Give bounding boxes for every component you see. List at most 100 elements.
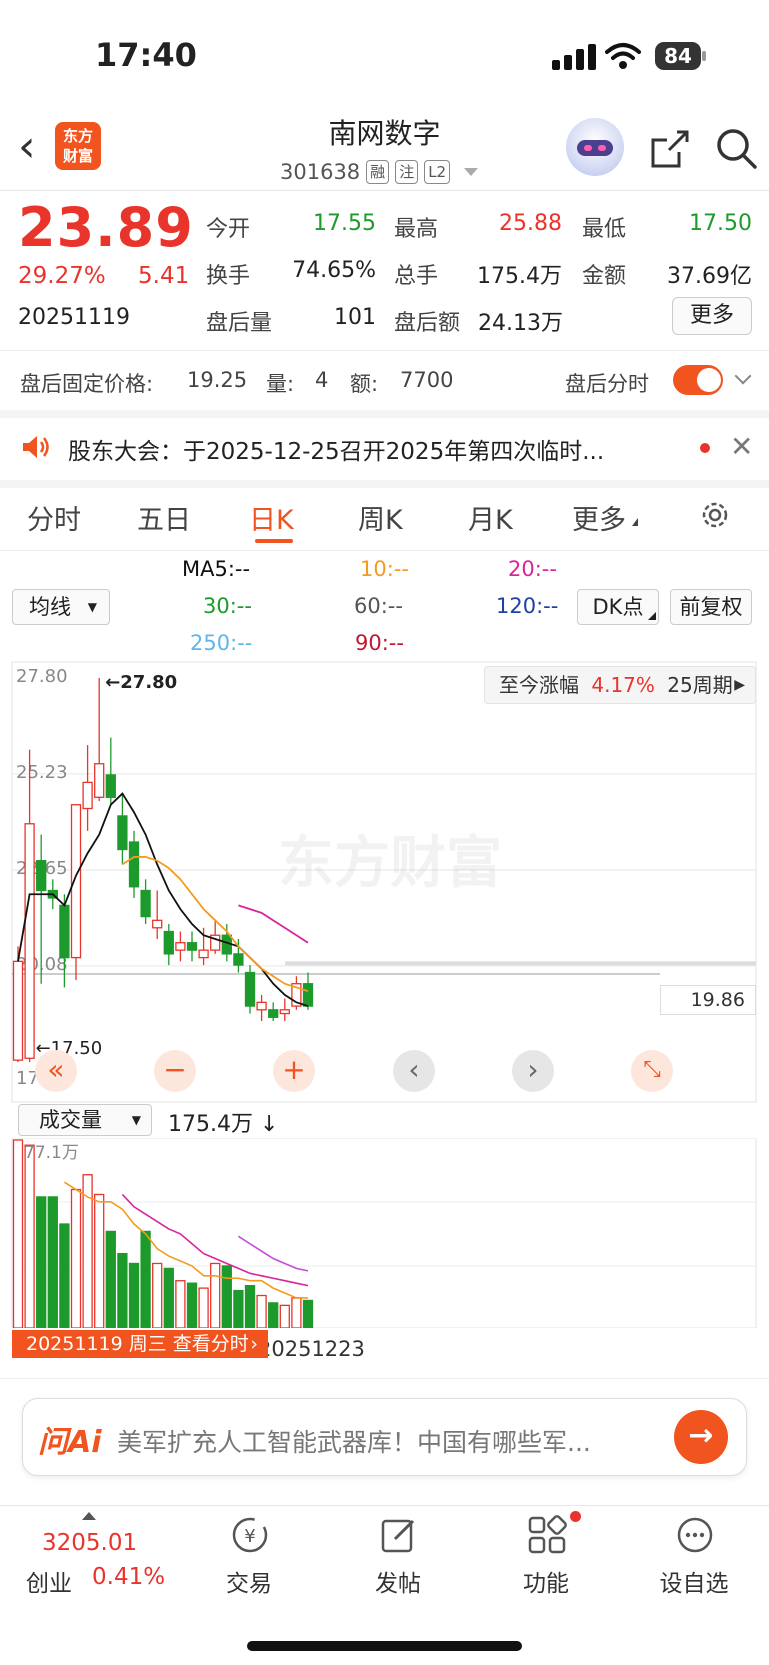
change-amount: 5.41 <box>138 263 190 289</box>
ma10-label: 10:-- <box>360 557 409 581</box>
close-icon[interactable]: ✕ <box>730 430 753 463</box>
caret-down-icon[interactable] <box>464 168 479 176</box>
volume-chart[interactable]: 77.1万 <box>0 1138 769 1328</box>
tab-daily-k[interactable]: 日K <box>249 498 294 537</box>
tab-five-day[interactable]: 五日 <box>137 498 191 537</box>
tab-more[interactable]: 更多 <box>572 498 626 537</box>
after-hours-volume-label: 盘后量 <box>206 311 273 336</box>
prev-close-band <box>285 961 756 966</box>
ma5-label: MA5:-- <box>182 557 251 581</box>
range-change-label: 至今涨幅 <box>499 673 579 697</box>
nav-post[interactable]: 发帖 <box>348 1564 448 1598</box>
functions-icon[interactable] <box>527 1515 567 1555</box>
ai-question-text[interactable]: 美军扩充人工智能武器库！中国有哪些军... <box>117 1423 591 1459</box>
nav-add-watchlist[interactable]: 设自选 <box>644 1564 744 1598</box>
high-marker: ←27.80 <box>105 672 177 693</box>
header-divider <box>0 190 769 191</box>
search-icon[interactable] <box>715 127 759 171</box>
stock-code: 301638 <box>280 160 361 184</box>
chart-bottom-divider <box>0 1378 769 1379</box>
forward-adjust-button[interactable]: 前复权 <box>670 589 752 625</box>
tab-intraday[interactable]: 分时 <box>27 498 81 537</box>
volume-bar <box>268 1302 279 1328</box>
section-gap <box>0 410 769 418</box>
candle-body <box>70 804 82 959</box>
arrow-right-icon[interactable]: → <box>674 1410 728 1464</box>
turnover-value: 74.65% <box>292 258 376 283</box>
volume-bar <box>291 1297 302 1328</box>
candle-body <box>302 983 314 1007</box>
volume-bar <box>47 1196 58 1328</box>
range-period: 25周期 <box>667 673 733 697</box>
date-tooltip[interactable]: 20251119 周三 查看分时 › <box>12 1330 268 1358</box>
quote-divider <box>0 350 769 351</box>
more-button[interactable]: 更多 <box>672 297 752 335</box>
margin-tag: 融 <box>366 160 390 184</box>
unread-dot <box>700 443 710 453</box>
amount-label: 金额 <box>582 264 627 289</box>
last-price-label: 19.86 <box>660 985 756 1015</box>
volume-bar <box>94 1193 105 1328</box>
nav-functions[interactable]: 功能 <box>496 1564 596 1598</box>
volume-bar <box>256 1294 267 1328</box>
tab-weekly-k[interactable]: 周K <box>358 498 403 537</box>
trade-icon[interactable]: ¥ <box>230 1515 270 1555</box>
candle-body <box>233 953 244 966</box>
ma250-label: 250:-- <box>190 631 253 655</box>
share-icon[interactable] <box>649 128 691 170</box>
chevron-down-icon[interactable] <box>734 367 752 385</box>
candle-body <box>186 942 198 951</box>
candle-body <box>12 960 24 1061</box>
fixed-vol-value: 4 <box>315 368 329 392</box>
y-tick-label: 27.80 <box>16 666 68 687</box>
notice-text[interactable]: 股东大会：于2025-12-25召开2025年第四次临时... <box>68 432 604 466</box>
candle-body <box>94 763 105 798</box>
nav-trade[interactable]: 交易 <box>199 1564 299 1598</box>
candle-body <box>82 781 93 810</box>
zoom-in-icon[interactable]: + <box>273 1050 315 1092</box>
ma90-label: 90:-- <box>355 631 404 655</box>
fullscreen-icon[interactable]: ⤡ <box>631 1050 673 1092</box>
wifi-icon <box>605 43 641 69</box>
svg-text:¥: ¥ <box>244 1526 255 1547</box>
more-triangle-icon <box>632 518 638 526</box>
fixed-amt-label: 额: <box>350 372 379 396</box>
range-change-box[interactable]: 至今涨幅 4.17% 25周期 ▶ <box>484 666 756 704</box>
active-tab-indicator <box>255 539 293 543</box>
rewind-icon[interactable]: « <box>35 1050 77 1092</box>
candlestick-chart[interactable]: 27.8025.2322.6520.0817.50东方财富←27.80←17.5… <box>0 660 769 1105</box>
index-name[interactable]: 创业 <box>26 1564 72 1598</box>
volume-bar <box>279 1304 290 1328</box>
index-value[interactable]: 3205.01 <box>42 1530 137 1556</box>
high-value: 25.88 <box>499 211 562 236</box>
candle-body <box>198 949 209 959</box>
volume-indicator-select[interactable]: 成交量 ▼ <box>18 1104 152 1136</box>
tabs-divider <box>0 550 769 551</box>
volume-bar <box>24 1144 35 1328</box>
index-percent[interactable]: 0.41% <box>92 1564 165 1590</box>
candle-body <box>36 860 47 892</box>
chevron-left-icon[interactable]: ‹ <box>393 1050 435 1092</box>
volume-bar <box>163 1267 174 1328</box>
dk-point-button[interactable]: DK点 <box>577 589 659 625</box>
zoom-out-icon[interactable]: − <box>154 1050 196 1092</box>
post-icon[interactable] <box>379 1515 419 1555</box>
chevron-right-nav-icon[interactable]: › <box>512 1050 554 1092</box>
level2-tag: L2 <box>424 160 451 184</box>
candle-body <box>256 1001 267 1011</box>
volume-end-date: 20251223 <box>258 1337 365 1361</box>
low-label: 最低 <box>582 217 627 242</box>
indicator-select[interactable]: 均线 ▼ <box>12 589 110 625</box>
status-time: 17:40 <box>95 36 197 74</box>
more-options-icon[interactable] <box>675 1515 715 1555</box>
registration-tag: 注 <box>395 160 419 184</box>
high-label: 最高 <box>394 217 439 242</box>
watermark: 东方财富 <box>278 831 502 896</box>
candle-body <box>128 841 140 888</box>
gear-icon[interactable] <box>698 498 732 532</box>
tab-monthly-k[interactable]: 月K <box>468 498 513 537</box>
fixed-amt-value: 7700 <box>400 368 454 392</box>
stock-subtitle[interactable]: 301638 融 注 L2 <box>280 160 479 184</box>
volume-bar <box>105 1230 116 1328</box>
quote-date: 20251119 <box>18 305 130 330</box>
